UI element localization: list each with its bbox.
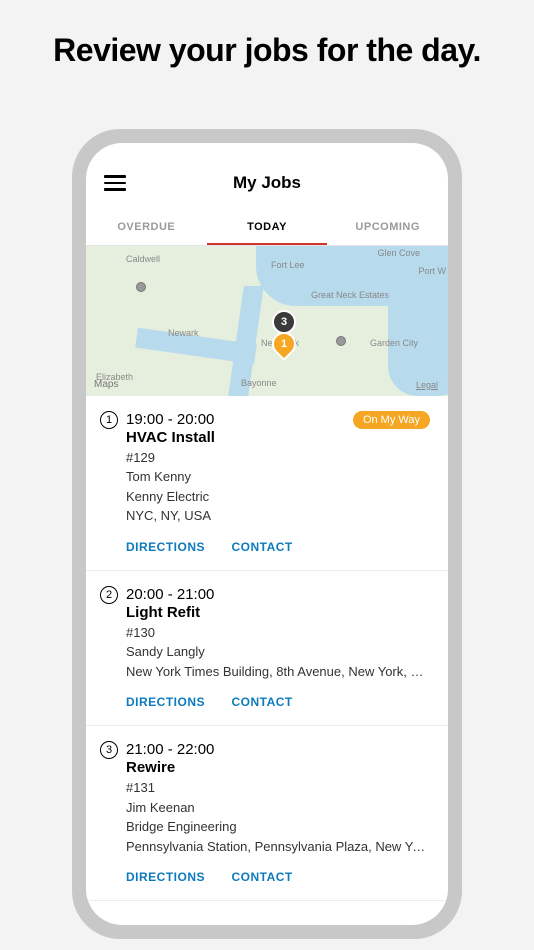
map-label: Great Neck Estates	[311, 290, 389, 300]
job-time: 19:00 - 20:00	[126, 411, 353, 428]
pin-label: 3	[281, 316, 287, 328]
directions-button[interactable]: DIRECTIONS	[126, 540, 205, 554]
directions-button[interactable]: DIRECTIONS	[126, 870, 205, 884]
map-label: Fort Lee	[271, 260, 305, 270]
tabs: OVERDUE TODAY UPCOMING	[86, 211, 448, 246]
tab-today[interactable]: TODAY	[207, 211, 328, 245]
job-title: Light Refit	[126, 604, 430, 621]
job-card[interactable]: 3 21:00 - 22:00 Rewire #131 Jim Keenan B…	[86, 726, 448, 901]
job-ref: #131	[126, 778, 430, 798]
promo-title: Review your jobs for the day.	[0, 0, 534, 69]
job-company: Bridge Engineering	[126, 817, 430, 837]
job-person: Sandy Langly	[126, 642, 430, 662]
map-legal-link[interactable]: Legal	[416, 380, 438, 390]
map-label: Bayonne	[241, 378, 277, 388]
job-person: Tom Kenny	[126, 467, 353, 487]
directions-button[interactable]: DIRECTIONS	[126, 695, 205, 709]
job-address: Pennsylvania Station, Pennsylvania Plaza…	[126, 837, 430, 857]
job-time: 21:00 - 22:00	[126, 741, 430, 758]
contact-button[interactable]: CONTACT	[231, 695, 292, 709]
job-time: 20:00 - 21:00	[126, 586, 430, 603]
map-label: Glen Cove	[377, 248, 420, 258]
contact-button[interactable]: CONTACT	[231, 870, 292, 884]
map[interactable]: Caldwell Fort Lee Glen Cove Port W Great…	[86, 246, 448, 396]
app-header: My Jobs	[86, 143, 448, 211]
status-badge: On My Way	[353, 411, 430, 429]
pin-label: 1	[281, 338, 287, 350]
map-label: Port W	[418, 266, 446, 276]
contact-button[interactable]: CONTACT	[231, 540, 292, 554]
job-title: Rewire	[126, 759, 430, 776]
job-title: HVAC Install	[126, 429, 353, 446]
map-label: Newark	[168, 328, 199, 338]
phone-screen: My Jobs OVERDUE TODAY UPCOMING Caldwell …	[86, 143, 448, 925]
phone-frame: My Jobs OVERDUE TODAY UPCOMING Caldwell …	[72, 129, 462, 939]
job-number-badge: 2	[100, 586, 118, 604]
route-dot-icon	[336, 336, 346, 346]
map-provider-badge: Maps	[94, 379, 118, 390]
job-company: Kenny Electric	[126, 487, 353, 507]
job-number-badge: 1	[100, 411, 118, 429]
route-dot-icon	[136, 282, 146, 292]
map-pin-cluster[interactable]: 3	[272, 310, 296, 334]
job-list: 1 19:00 - 20:00 HVAC Install #129 Tom Ke…	[86, 396, 448, 902]
job-card[interactable]: 2 20:00 - 21:00 Light Refit #130 Sandy L…	[86, 571, 448, 727]
job-ref: #130	[126, 623, 430, 643]
map-label: Garden City	[370, 338, 418, 348]
job-number-badge: 3	[100, 741, 118, 759]
job-person: Jim Keenan	[126, 798, 430, 818]
map-label: Caldwell	[126, 254, 160, 264]
tab-upcoming[interactable]: UPCOMING	[327, 211, 448, 245]
job-ref: #129	[126, 448, 353, 468]
tab-overdue[interactable]: OVERDUE	[86, 211, 207, 245]
page-title: My Jobs	[104, 173, 430, 193]
job-card[interactable]: 1 19:00 - 20:00 HVAC Install #129 Tom Ke…	[86, 396, 448, 571]
job-address: New York Times Building, 8th Avenue, New…	[126, 662, 430, 682]
job-address: NYC, NY, USA	[126, 506, 353, 526]
map-pin-active[interactable]: 1	[267, 327, 301, 361]
